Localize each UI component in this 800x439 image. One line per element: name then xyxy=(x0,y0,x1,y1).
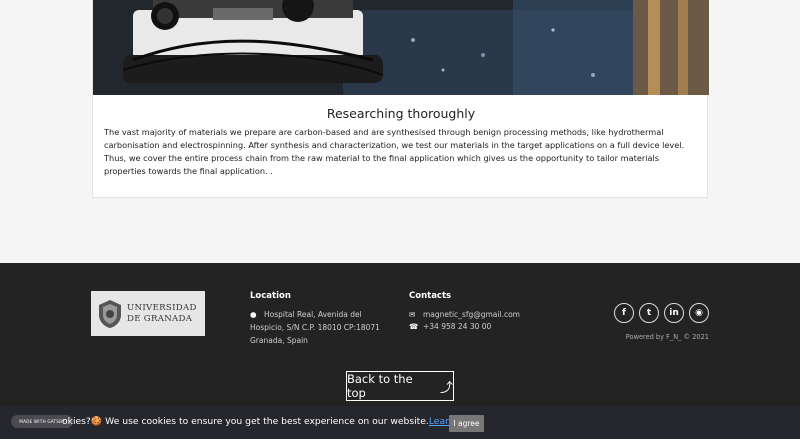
logo-text: UNIVERSIDAD DE GRANADA xyxy=(127,303,197,325)
contact-email-text[interactable]: magnetic_sfg@gmail.com xyxy=(423,310,520,319)
cookie-consent-bar: MADE WITH GATSBY okies?🍪 We use cookies … xyxy=(0,406,800,439)
lab-equipment-image xyxy=(93,0,709,95)
linkedin-icon[interactable]: in xyxy=(664,303,684,323)
location-line-1: ● Hospital Real, Avenida del xyxy=(250,308,362,321)
twitter-icon[interactable]: t xyxy=(639,303,659,323)
location-address-3: Granada, Spain xyxy=(250,336,308,345)
contacts-heading: Contacts xyxy=(409,291,452,301)
card-description: The vast majority of materials we prepar… xyxy=(104,127,685,176)
cookie-message-text: okies?🍪 We use cookies to ensure you get… xyxy=(62,416,429,427)
powered-by: Powered by F_N_ © 2021 xyxy=(625,333,709,341)
location-address-1: Hospital Real, Avenida del xyxy=(264,310,362,319)
logo-line-1: UNIVERSIDAD xyxy=(127,302,197,313)
university-logo[interactable]: UNIVERSIDAD DE GRANADA xyxy=(91,291,205,336)
agree-button[interactable]: I agree xyxy=(449,415,484,432)
arrow-up-icon: ⤴ xyxy=(439,380,453,396)
phone-icon: ☎ xyxy=(409,322,419,331)
map-pin-icon: ● xyxy=(250,310,257,319)
crest-icon xyxy=(99,299,121,328)
card-title: Researching thoroughly xyxy=(326,106,476,121)
contact-phone[interactable]: ☎ +34 958 24 30 00 xyxy=(409,320,491,333)
location-heading: Location xyxy=(250,291,291,301)
research-card: Researching thoroughly The vast majority… xyxy=(92,0,709,198)
back-to-top-button[interactable]: Back to the top ⤴ xyxy=(346,371,454,401)
contact-phone-text[interactable]: +34 958 24 30 00 xyxy=(423,322,491,331)
location-address-2: Hospicio, S/N C.P. 18010 CP:18071 xyxy=(250,323,380,332)
logo-line-2: DE GRANADA xyxy=(127,313,193,324)
facebook-icon[interactable]: f xyxy=(614,303,634,323)
instagram-icon[interactable]: ◉ xyxy=(689,303,709,323)
back-to-top-label: Back to the top xyxy=(347,372,413,400)
cookie-message: okies?🍪 We use cookies to ensure you get… xyxy=(62,416,481,427)
